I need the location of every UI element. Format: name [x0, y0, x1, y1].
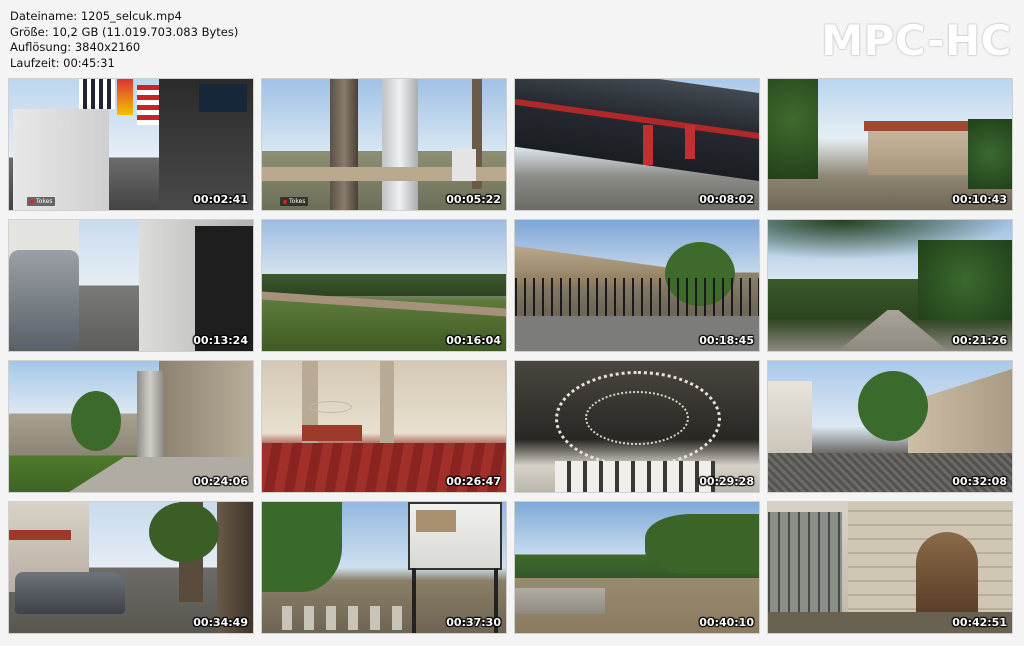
thumbnail-1[interactable]: Tokes 00:02:41: [9, 79, 253, 210]
timestamp: 00:10:43: [952, 193, 1007, 206]
mpc-hc-logo: MPC-HC: [821, 16, 1012, 65]
timestamp: 00:24:06: [193, 475, 248, 488]
record-dot-icon: [283, 199, 287, 204]
thumbnail-grid: Tokes 00:02:41 Tokes 00:05:22 00:08:02 0…: [9, 79, 1012, 633]
thumbnail-6[interactable]: 00:16:04: [262, 220, 506, 351]
thumbnail-12[interactable]: 00:32:08: [768, 361, 1012, 492]
duration-line: Laufzeit: 00:45:31: [10, 55, 115, 70]
thumbnail-11[interactable]: 00:29:28: [515, 361, 759, 492]
channel-logo-text: Tokes: [36, 198, 53, 205]
timestamp: 00:13:24: [193, 334, 248, 347]
timestamp: 00:40:10: [699, 616, 754, 629]
channel-logo: Tokes: [280, 197, 309, 206]
record-dot-icon: [30, 199, 34, 204]
timestamp: 00:16:04: [446, 334, 501, 347]
thumbnail-7[interactable]: 00:18:45: [515, 220, 759, 351]
thumbnail-9[interactable]: 00:24:06: [9, 361, 253, 492]
file-info-panel: Dateiname: 1205_selcuk.mp4 Größe: 10,2 G…: [10, 9, 238, 71]
thumbnail-14[interactable]: 00:37:30: [262, 502, 506, 633]
channel-logo-text: Tokes: [289, 198, 306, 205]
timestamp: 00:32:08: [952, 475, 1007, 488]
channel-logo: Tokes: [27, 197, 56, 206]
timestamp: 00:05:22: [446, 193, 501, 206]
thumbnail-4[interactable]: 00:10:43: [768, 79, 1012, 210]
timestamp: 00:37:30: [446, 616, 501, 629]
resolution-line: Auflösung: 3840x2160: [10, 40, 141, 54]
timestamp: 00:21:26: [952, 334, 1007, 347]
file-size-line: Größe: 10,2 GB (11.019.703.083 Bytes): [10, 24, 239, 39]
thumbnail-13[interactable]: 00:34:49: [9, 502, 253, 633]
timestamp: 00:08:02: [699, 193, 754, 206]
timestamp: 00:42:51: [952, 616, 1007, 629]
thumbnail-2[interactable]: Tokes 00:05:22: [262, 79, 506, 210]
timestamp: 00:29:28: [699, 475, 754, 488]
timestamp: 00:02:41: [193, 193, 248, 206]
thumbnail-15[interactable]: 00:40:10: [515, 502, 759, 633]
thumbnail-8[interactable]: 00:21:26: [768, 220, 1012, 351]
thumbnail-5[interactable]: 00:13:24: [9, 220, 253, 351]
file-name-line: Dateiname: 1205_selcuk.mp4: [10, 9, 182, 23]
timestamp: 00:18:45: [699, 334, 754, 347]
timestamp: 00:34:49: [193, 616, 248, 629]
timestamp: 00:26:47: [446, 475, 501, 488]
thumbnail-3[interactable]: 00:08:02: [515, 79, 759, 210]
thumbnail-16[interactable]: 00:42:51: [768, 502, 1012, 633]
thumbnail-10[interactable]: 00:26:47: [262, 361, 506, 492]
